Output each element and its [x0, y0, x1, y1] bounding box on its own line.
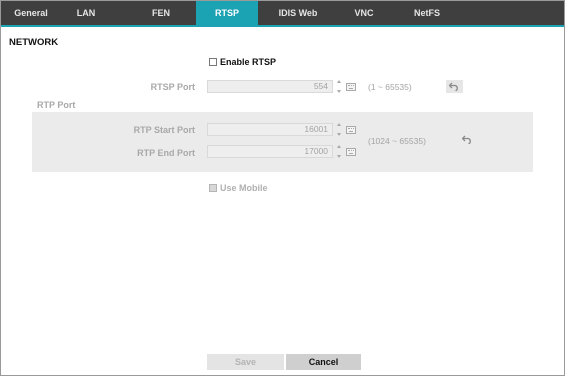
rtsp-port-range: (1 ~ 65535): [368, 82, 412, 92]
rtsp-port-undo-button[interactable]: [446, 80, 463, 93]
undo-arrow-icon: [462, 135, 471, 144]
rtp-port-group: [32, 112, 533, 172]
tab-underline: [1, 25, 564, 27]
rtp-start-port-label: RTP Start Port: [133, 125, 195, 135]
rtp-port-group-label: RTP Port: [37, 100, 76, 110]
use-mobile-label: Use Mobile: [220, 183, 268, 193]
checkbox-icon: [209, 184, 217, 192]
stepper-down-icon: [337, 90, 341, 93]
rtsp-port-stepper[interactable]: [336, 80, 342, 93]
keyboard-icon[interactable]: [346, 83, 356, 91]
stepper-up-icon: [337, 145, 341, 148]
rtsp-port-input[interactable]: 554: [207, 80, 333, 93]
tab-general[interactable]: General: [1, 1, 61, 25]
enable-rtsp-label: Enable RTSP: [220, 57, 277, 67]
stepper-down-icon: [337, 133, 341, 136]
rtp-port-range: (1024 ~ 65535): [368, 136, 426, 146]
rtp-start-port-input[interactable]: 16001: [207, 123, 333, 136]
rtp-end-port-label: RTP End Port: [137, 148, 195, 158]
stepper-down-icon: [337, 155, 341, 158]
save-button[interactable]: Save: [207, 354, 284, 370]
enable-rtsp-checkbox[interactable]: Enable RTSP: [209, 57, 276, 67]
rtp-end-port-stepper[interactable]: [336, 145, 342, 158]
rtp-port-undo-button[interactable]: [459, 133, 476, 146]
section-title: NETWORK: [9, 37, 59, 48]
tab-rtsp[interactable]: RTSP: [196, 1, 258, 25]
tab-bar: General LAN FEN RTSP IDIS Web VNC NetFS: [1, 1, 564, 25]
cancel-button[interactable]: Cancel: [286, 354, 361, 370]
checkbox-icon: [209, 58, 217, 66]
tab-lan[interactable]: LAN: [61, 1, 111, 25]
keyboard-icon[interactable]: [346, 148, 356, 156]
tab-netfs[interactable]: NetFS: [401, 1, 453, 25]
rtp-start-port-stepper[interactable]: [336, 123, 342, 136]
use-mobile-checkbox[interactable]: Use Mobile: [209, 183, 268, 193]
undo-arrow-icon: [449, 82, 458, 91]
stepper-up-icon: [337, 80, 341, 83]
stepper-up-icon: [337, 123, 341, 126]
tab-fen[interactable]: FEN: [136, 1, 186, 25]
tab-idis-web[interactable]: IDIS Web: [264, 1, 332, 25]
settings-window: [0, 0, 565, 376]
tab-vnc[interactable]: VNC: [339, 1, 389, 25]
rtsp-port-label: RTSP Port: [150, 82, 195, 92]
rtp-end-port-input[interactable]: 17000: [207, 145, 333, 158]
keyboard-icon[interactable]: [346, 126, 356, 134]
